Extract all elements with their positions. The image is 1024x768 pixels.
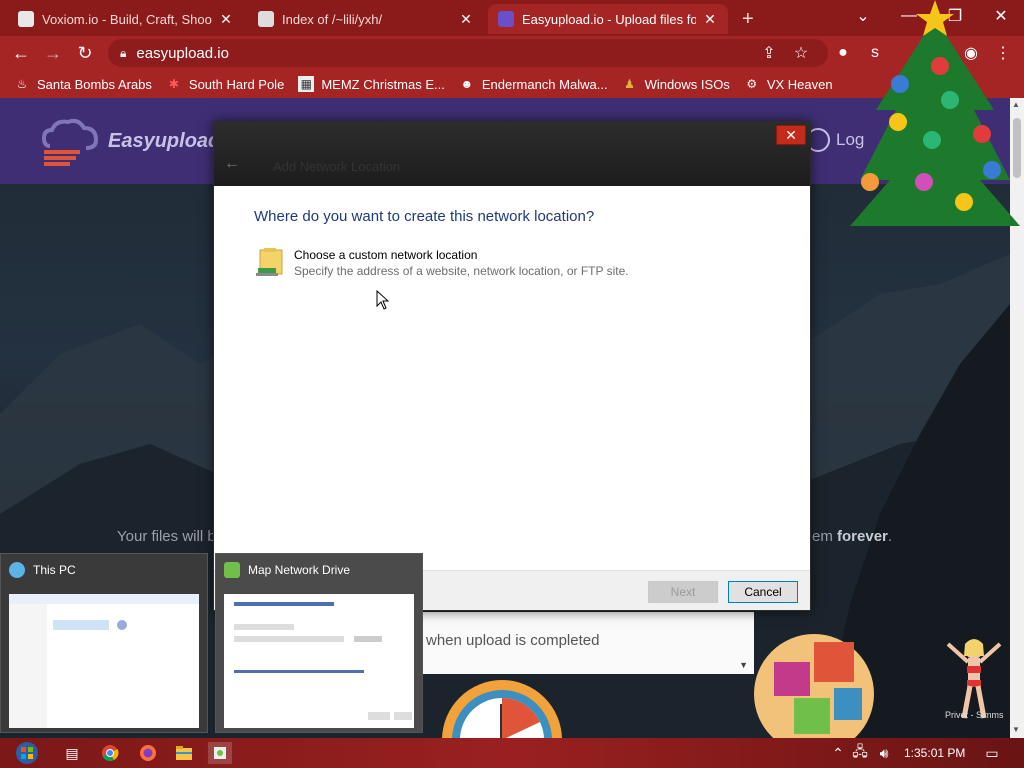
- easyupload-logo[interactable]: [40, 116, 104, 166]
- clock-illustration: [442, 680, 562, 738]
- puzzle-illustration: [754, 634, 874, 738]
- files-expire-text-right: em forever.: [812, 528, 892, 545]
- map-drive-thumbnail: [224, 594, 414, 728]
- add-network-location-dialog: ✕ ← Add Network Location Where do you wa…: [213, 121, 811, 611]
- file-explorer-icon[interactable]: [172, 742, 196, 764]
- dialog-titlebar: ✕ ← Add Network Location: [214, 122, 810, 186]
- bookmark-vx-heaven[interactable]: ⚙ VX Heaven: [744, 76, 833, 92]
- tab-title: Index of /~lili/yxh/: [282, 11, 383, 27]
- dialog-title: Add Network Location: [273, 159, 401, 174]
- tab-voxiom[interactable]: Voxiom.io - Build, Craft, Shoot ✕: [8, 4, 244, 34]
- cancel-button[interactable]: Cancel: [728, 581, 798, 603]
- person-icon: ♟: [624, 77, 635, 91]
- preview-this-pc[interactable]: This PC: [0, 553, 208, 733]
- files-text-prefix: em: [812, 528, 838, 545]
- option-title: Choose a custom network location: [294, 248, 478, 262]
- forward-arrow-icon[interactable]: →: [40, 41, 66, 65]
- taskbar-previews: This PC Map Network Drive: [0, 553, 424, 733]
- bookmark-windows-isos[interactable]: ♟ Windows ISOs: [622, 76, 730, 92]
- network-icon[interactable]: 🖧︎: [848, 742, 872, 764]
- chrome-icon[interactable]: [98, 742, 122, 764]
- network-drive-icon: [224, 562, 240, 578]
- dialog-close-button[interactable]: ✕: [776, 125, 806, 145]
- tab-easyupload[interactable]: Easyupload.io - Upload files for f ✕: [488, 4, 728, 34]
- dropdown-arrow-icon: ▼: [739, 660, 748, 670]
- close-icon[interactable]: ✕: [458, 11, 474, 28]
- network-folder-icon: [256, 248, 283, 276]
- this-pc-thumbnail: [9, 594, 199, 728]
- memz-icon: ▦: [298, 76, 315, 92]
- preview-title: This PC: [33, 563, 76, 577]
- christmas-tree-decoration: [850, 0, 1020, 226]
- option-description: Specify the address of a website, networ…: [294, 264, 629, 278]
- files-text-bold: forever: [837, 528, 888, 545]
- tray-clock[interactable]: 1:35:01 PM: [904, 746, 965, 760]
- volume-icon[interactable]: 🔊︎: [872, 742, 896, 764]
- bookmark-endermanch[interactable]: ☻ Endermanch Malwa...: [459, 76, 608, 92]
- snowflake-icon: ✱: [168, 77, 179, 91]
- preview-map-network-drive[interactable]: Map Network Drive: [215, 553, 423, 733]
- files-text-suffix: .: [887, 528, 893, 545]
- url-text: easyupload.io: [136, 44, 229, 62]
- voxiom-favicon: [18, 11, 34, 27]
- decoration-label: Privet - Simms: [945, 710, 1004, 720]
- files-expire-text-left: Your files will b: [117, 528, 216, 545]
- next-button[interactable]: Next: [648, 581, 718, 603]
- back-arrow-icon[interactable]: ←: [224, 155, 240, 173]
- upload-notify-select[interactable]: when upload is completed ▼: [420, 612, 754, 674]
- bookmark-label: VX Heaven: [766, 76, 833, 92]
- tab-title: Easyupload.io - Upload files for f: [522, 11, 696, 27]
- lock-icon: 🔒︎: [120, 45, 127, 60]
- map-drive-taskbar-icon[interactable]: [208, 742, 232, 764]
- close-icon[interactable]: ✕: [702, 11, 718, 28]
- windows-taskbar: ▤ ⌃ 🖧︎ 🔊︎ 1:35:01 PM ▭: [0, 738, 1024, 768]
- new-tab-button[interactable]: +: [732, 4, 762, 34]
- bookmark-label: MEMZ Christmas E...: [321, 76, 445, 92]
- bookmark-label: Santa Bombs Arabs: [37, 76, 152, 92]
- computer-icon: [9, 562, 25, 578]
- bookmark-label: South Hard Pole: [188, 76, 285, 92]
- bookmark-south-pole[interactable]: ✱ South Hard Pole: [166, 76, 284, 92]
- share-icon[interactable]: ⇪: [758, 42, 780, 64]
- back-arrow-icon[interactable]: ←: [8, 41, 34, 65]
- notifications-icon[interactable]: ▭: [980, 742, 1004, 764]
- start-orb-icon[interactable]: [12, 742, 42, 764]
- dialog-body: Where do you want to create this network…: [214, 186, 810, 570]
- task-view-icon[interactable]: ▤: [60, 742, 84, 764]
- preview-title: Map Network Drive: [248, 563, 351, 577]
- bookmark-label: Endermanch Malwa...: [481, 76, 608, 92]
- bookmark-star-icon[interactable]: ☆: [790, 42, 812, 64]
- bomb-icon: ♨: [16, 77, 28, 91]
- firefox-icon[interactable]: [136, 742, 160, 764]
- dialog-heading: Where do you want to create this network…: [254, 208, 595, 225]
- close-icon[interactable]: ✕: [218, 11, 234, 28]
- bookmark-memz[interactable]: ▦ MEMZ Christmas E...: [298, 76, 445, 92]
- scroll-down-icon[interactable]: ▼: [1012, 725, 1020, 734]
- upload-option-text: when upload is completed: [426, 632, 600, 649]
- index-favicon: [258, 11, 274, 27]
- bookmark-label: Windows ISOs: [644, 76, 730, 92]
- bookmark-santa[interactable]: ♨ Santa Bombs Arabs: [14, 76, 152, 92]
- tab-index[interactable]: Index of /~lili/yxh/ ✕: [248, 4, 484, 34]
- reload-icon[interactable]: ↻: [72, 41, 98, 65]
- easyupload-favicon: [498, 11, 514, 27]
- address-bar[interactable]: 🔒︎ easyupload.io: [108, 39, 828, 67]
- custom-network-location-option[interactable]: Choose a custom network location Specify…: [254, 244, 674, 284]
- raccoon-icon: ☻: [460, 77, 474, 91]
- vx-icon: ⚙: [746, 77, 758, 91]
- tray-chevron-up-icon[interactable]: ⌃: [826, 742, 850, 764]
- tab-title: Voxiom.io - Build, Craft, Shoot: [42, 11, 212, 27]
- mouse-cursor-icon: [376, 290, 390, 310]
